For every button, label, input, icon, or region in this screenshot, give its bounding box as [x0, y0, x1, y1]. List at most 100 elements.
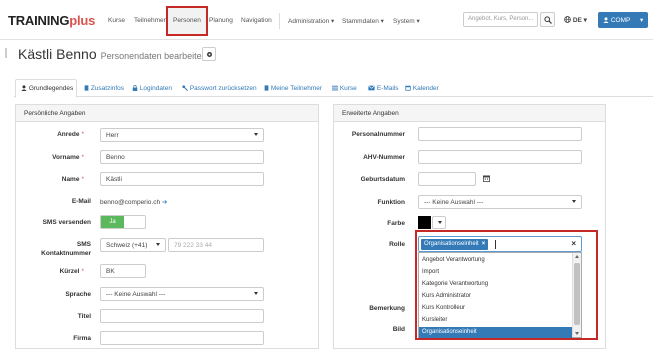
user-icon [603, 17, 609, 23]
text-cursor [495, 240, 496, 249]
gear-icon [207, 52, 212, 57]
sms-number-field[interactable]: 79 222 33 44 [168, 238, 264, 252]
anrede-select[interactable]: Herr [100, 128, 264, 142]
file-icon [84, 85, 89, 91]
titel-field[interactable] [100, 309, 264, 323]
sidebar-handle [5, 48, 7, 58]
nav-stammdaten[interactable]: Stammdaten ▾ [342, 17, 384, 25]
rolle-option[interactable]: Import [419, 267, 572, 278]
search-button[interactable] [540, 12, 555, 27]
rolle-multiselect[interactable]: Organisationseinheit × × [418, 236, 582, 252]
dropdown-scrollbar[interactable] [572, 253, 581, 337]
list-icon [332, 85, 338, 91]
name-label: Name * [61, 176, 84, 183]
email-label: E-Mail [71, 198, 91, 205]
country-code-select[interactable]: Schweiz (+41) [100, 238, 166, 252]
funktion-label: Funktion [377, 199, 405, 206]
required-marker: * [81, 176, 84, 183]
email-value[interactable]: benno@comperio.ch ➔ [100, 198, 167, 206]
arrow-right-icon: ➔ [161, 199, 168, 206]
geburtsdatum-label: Geburtsdatum [360, 176, 405, 183]
rolle-option[interactable]: Kursleiter [419, 315, 572, 326]
nav-kurse[interactable]: Kurse [108, 17, 125, 24]
ahv-label: AHV-Nummer [363, 154, 405, 161]
page-title: Kästli Benno Personendaten bearbeiten [18, 46, 207, 62]
scroll-down-icon[interactable] [575, 332, 579, 335]
calendar-icon[interactable] [483, 175, 490, 182]
personalnummer-label: Personalnummer [351, 131, 405, 138]
book-icon [264, 85, 269, 91]
user-menu-button[interactable]: COMP ▾ [598, 12, 648, 28]
language-dropdown[interactable]: DE ▾ [564, 16, 587, 24]
tab-zusatzinfos[interactable]: Zusatzinfos [84, 85, 124, 92]
envelope-icon [368, 85, 375, 91]
color-swatch [418, 216, 431, 229]
tab-label: Zusatzinfos [90, 85, 125, 92]
rolle-label: Rolle [389, 241, 405, 248]
tab-label: Kurse [339, 85, 357, 92]
toggle-on-label: Ja [101, 216, 124, 228]
sprache-select[interactable]: --- Keine Auswahl --- [100, 287, 264, 301]
ahv-field[interactable] [418, 150, 582, 164]
search-icon [544, 16, 552, 24]
rolle-option[interactable]: Angebot Verantwortung [419, 255, 572, 266]
color-picker-button[interactable] [432, 216, 446, 229]
rolle-option-highlighted[interactable]: Organisationseinheit [419, 327, 572, 338]
geburtsdatum-field[interactable] [418, 172, 476, 186]
nav-administration[interactable]: Administration ▾ [288, 17, 334, 25]
kuerzel-label: Kürzel * [59, 268, 84, 275]
chevron-down-icon: ▾ [640, 17, 644, 24]
farbe-label: Farbe [387, 220, 405, 227]
nav-teilnehmer[interactable]: Teilnehmer [134, 17, 166, 24]
user-button-label: COMP [610, 17, 631, 24]
tab-passwort-zuruecksetzen[interactable]: Passwort zurücksetzen [182, 85, 257, 92]
vorname-field[interactable]: Benno [100, 150, 264, 164]
tab-logindaten[interactable]: Logindaten [132, 85, 172, 92]
panel-title: Erweiterte Angaben [334, 105, 605, 122]
name-field[interactable]: Kästli [100, 172, 264, 186]
rolle-option[interactable]: Kurs Kontrolleur [419, 303, 572, 314]
chevron-down-icon [254, 292, 258, 295]
user-icon [21, 85, 27, 91]
sms-label: SMS versenden [42, 219, 91, 226]
tab-meine-teilnehmer[interactable]: Meine Teilnehmer [264, 85, 322, 92]
scrollbar-thumb[interactable] [574, 263, 580, 325]
nav-navigation[interactable]: Navigation [241, 17, 272, 24]
chevron-down-icon [572, 200, 576, 203]
kuerzel-field[interactable]: BK [100, 264, 146, 278]
language-label: DE ▾ [572, 17, 587, 24]
firma-field[interactable] [100, 331, 264, 345]
sms-toggle[interactable]: Ja [100, 215, 146, 229]
tab-emails[interactable]: E-Mails [368, 85, 398, 92]
anrede-label: Anrede * [57, 131, 84, 138]
top-navbar: TRAININGplus Kurse Teilnehmer Personen P… [0, 0, 653, 40]
lock-icon [132, 85, 138, 91]
required-marker: * [81, 154, 84, 161]
search-input[interactable]: Angebot, Kurs, Person... [463, 12, 538, 27]
tab-kurse[interactable]: Kurse [332, 85, 357, 92]
rolle-option[interactable]: Kurs Administrator [419, 291, 572, 302]
firma-label: Firma [73, 335, 91, 342]
nav-personen[interactable]: Personen [173, 17, 201, 24]
sms-nummer-label-2: Kontaktnummer [41, 250, 91, 257]
nav-planung[interactable]: Planung [209, 17, 233, 24]
tab-grundlegendes[interactable]: Grundlegendes [21, 85, 73, 92]
personalnummer-field[interactable] [418, 127, 582, 141]
tab-label: Logindaten [139, 85, 172, 92]
nav-system[interactable]: System ▾ [393, 17, 420, 25]
rolle-dropdown-list: Angebot Verantwortung Import Kategorie V… [418, 252, 582, 338]
sprache-label: Sprache [65, 291, 91, 298]
remove-tag-icon[interactable]: × [482, 241, 486, 247]
rolle-option[interactable]: Kategorie Verantwortung [419, 279, 572, 290]
calendar-icon [405, 85, 411, 91]
person-name: Kästli Benno [18, 46, 97, 62]
scroll-up-icon[interactable] [575, 255, 579, 258]
bild-label: Bild [392, 326, 405, 333]
tab-kalender[interactable]: Kalender [405, 85, 439, 92]
clear-icon[interactable]: × [571, 239, 576, 248]
selected-role-tag: Organisationseinheit × [421, 239, 489, 250]
tab-label: Grundlegendes [28, 85, 74, 92]
funktion-select[interactable]: --- Keine Auswahl --- [418, 195, 582, 209]
settings-button[interactable] [202, 47, 216, 61]
brand-logo[interactable]: TRAININGplus [8, 13, 95, 28]
